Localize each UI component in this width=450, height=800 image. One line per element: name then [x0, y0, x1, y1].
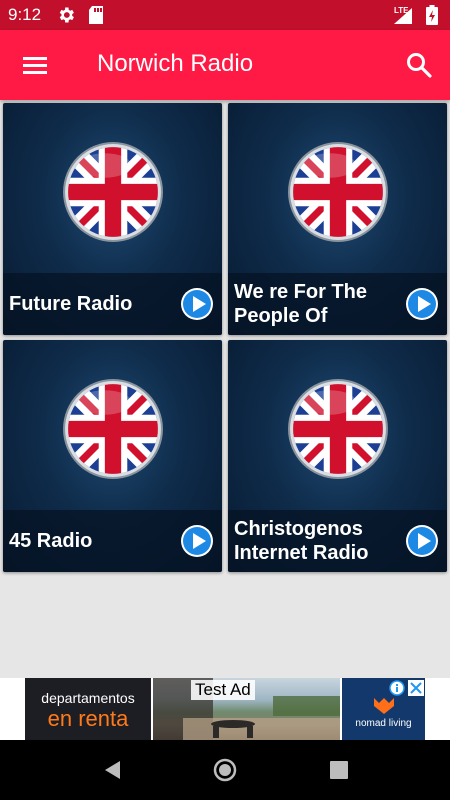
play-icon[interactable] [405, 287, 439, 321]
station-name: Christogenos Internet Radio [234, 518, 369, 564]
gear-icon [59, 7, 74, 23]
hamburger-menu-icon[interactable] [16, 50, 54, 80]
ad-close-icon[interactable] [408, 680, 424, 696]
uk-flag-icon [63, 379, 163, 479]
station-caption: Christogenos Internet Radio [228, 510, 447, 572]
ad-brand: nomad living [355, 718, 412, 729]
home-icon[interactable] [213, 758, 237, 782]
ad-line-1: departamentos [41, 690, 135, 706]
station-name: We re For The People Of [234, 281, 367, 327]
station-name: 45 Radio [9, 530, 93, 552]
test-ad-label: Test Ad [191, 680, 255, 700]
search-icon[interactable] [404, 50, 434, 80]
station-caption: 45 Radio [3, 510, 222, 572]
play-icon[interactable] [405, 524, 439, 558]
system-nav-bar [0, 740, 450, 800]
page-title: Norwich Radio [97, 50, 254, 77]
uk-flag-icon [288, 142, 388, 242]
ad-line-2: en renta [47, 706, 129, 731]
play-icon[interactable] [180, 524, 214, 558]
uk-flag-icon [288, 379, 388, 479]
sd-card-icon [89, 6, 103, 24]
station-caption: We re For The People Of [228, 273, 447, 335]
recents-icon[interactable] [327, 758, 351, 782]
ad-photo: Test Ad [153, 678, 340, 740]
back-icon[interactable] [101, 758, 125, 782]
status-time: 9:12 [8, 5, 42, 24]
app-bar: Norwich Radio [0, 30, 450, 100]
battery-charging-icon [426, 5, 438, 25]
signal-icon [394, 8, 412, 24]
station-card[interactable]: Future Radio [3, 103, 222, 335]
ad-info-icon[interactable] [389, 680, 405, 696]
station-card[interactable]: Christogenos Internet Radio [228, 340, 447, 572]
play-icon[interactable] [180, 287, 214, 321]
ad-promo-panel: departamentos en renta [25, 678, 151, 740]
station-name: Future Radio [9, 293, 133, 315]
station-card[interactable]: We re For The People Of [228, 103, 447, 335]
status-bar: 9:12 LTE [0, 0, 450, 30]
uk-flag-icon [63, 142, 163, 242]
station-caption: Future Radio [3, 273, 222, 335]
ad-banner[interactable]: departamentos en renta Test Ad nomad liv… [0, 678, 450, 740]
station-card[interactable]: 45 Radio [3, 340, 222, 572]
